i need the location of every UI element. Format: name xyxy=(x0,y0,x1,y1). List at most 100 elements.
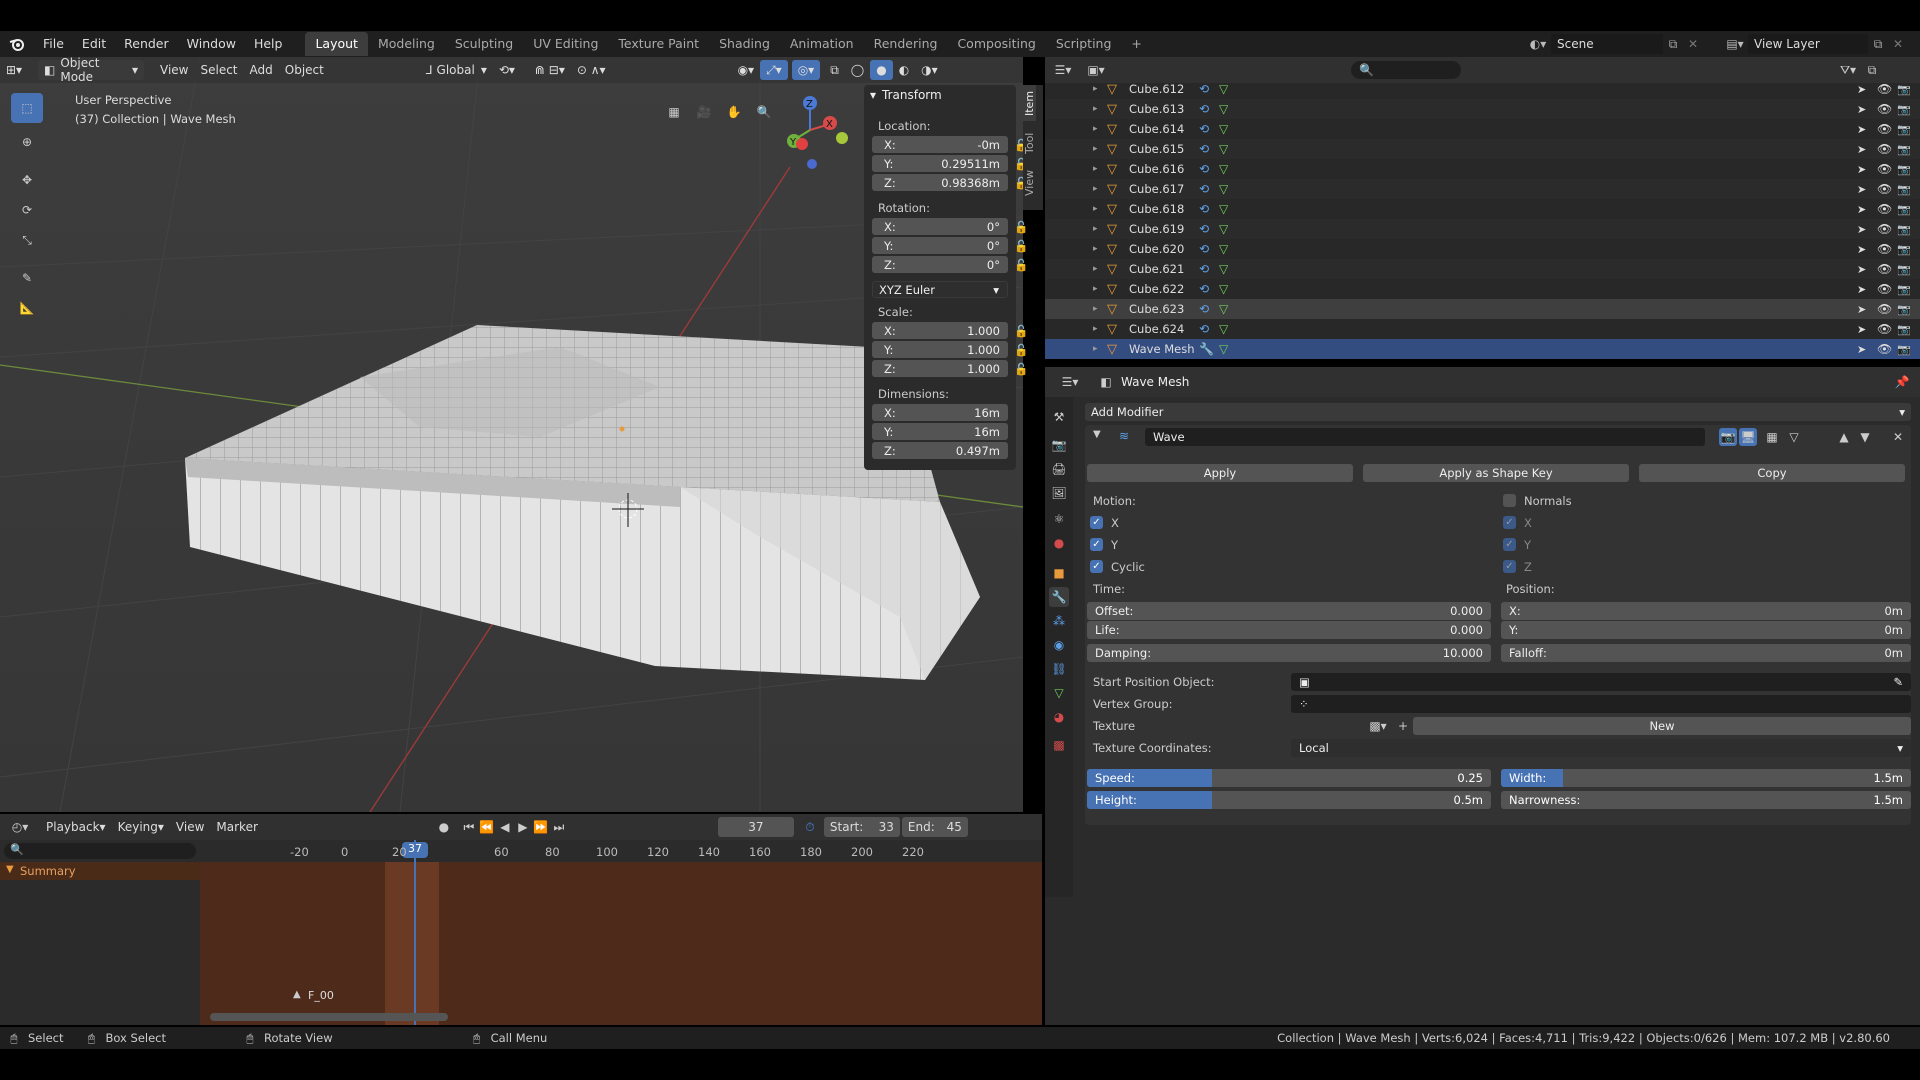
new-collection-icon[interactable]: ⧉ xyxy=(1860,63,1884,78)
view-layer-tab-icon[interactable]: 🖼 xyxy=(1049,483,1069,503)
selectable-icon[interactable]: ➤ xyxy=(1857,103,1866,116)
vertex-group-field[interactable]: ⁘ xyxy=(1291,695,1911,713)
on-cage-icon[interactable]: ▽ xyxy=(1785,428,1803,446)
selectable-icon[interactable]: ➤ xyxy=(1857,223,1866,236)
position-y-field[interactable]: Y: 0m xyxy=(1501,621,1911,639)
selectable-icon[interactable]: ➤ xyxy=(1857,323,1866,336)
falloff-field[interactable]: Falloff: 0m xyxy=(1501,644,1911,662)
selectable-icon[interactable]: ➤ xyxy=(1857,203,1866,216)
tab-tool[interactable]: Tool xyxy=(1023,125,1036,161)
overlay-icon[interactable]: ◎▾ xyxy=(791,60,821,80)
lock-icon[interactable]: 🔓 xyxy=(1014,362,1028,376)
render-camera-icon[interactable]: 📷 xyxy=(1897,163,1911,176)
axis-gizmo[interactable]: Z X Y xyxy=(770,92,850,172)
world-tab-icon[interactable]: ● xyxy=(1049,533,1069,553)
dimensions-z-field[interactable]: Z: 0.497m xyxy=(872,442,1008,459)
editmode-toggle-icon[interactable]: 📷 xyxy=(1719,428,1737,446)
lock-icon[interactable]: 🔓 xyxy=(1014,258,1028,272)
menu-help[interactable]: Help xyxy=(245,31,292,57)
shading-solid-icon[interactable]: ● xyxy=(870,60,893,80)
cage-toggle-icon[interactable]: ▦ xyxy=(1763,428,1781,446)
expand-arrow-icon[interactable]: ▸ xyxy=(1093,164,1098,174)
expand-arrow-icon[interactable]: ▸ xyxy=(1093,204,1098,214)
texture-coordinates-dropdown[interactable]: Local ▾ xyxy=(1291,739,1911,757)
outliner-row[interactable]: ▸ ▽ Cube.620 ⟲ ▽ ➤ 👁 📷 xyxy=(1045,239,1920,259)
location-y-field[interactable]: Y: 0.29511m 🔓 xyxy=(872,155,1028,172)
outliner-row[interactable]: ▸ ▽ Cube.622 ⟲ ▽ ➤ 👁 📷 xyxy=(1045,279,1920,299)
summary-row[interactable]: ▼ Summary xyxy=(0,862,200,880)
apply-as-shape-key-button[interactable]: Apply as Shape Key xyxy=(1363,464,1629,482)
proportional-edit-icon[interactable]: ⊙ ∧▾ xyxy=(571,60,612,80)
new-scene-icon[interactable]: ⧉ xyxy=(1663,37,1683,52)
menu-add[interactable]: Add xyxy=(244,60,279,80)
menu-keying[interactable]: Keying ▾ xyxy=(112,817,170,837)
selectable-icon[interactable]: ➤ xyxy=(1857,303,1866,316)
rotation-y-field[interactable]: Y: 0° 🔓 xyxy=(872,237,1028,254)
lock-icon[interactable]: 🔓 xyxy=(1014,220,1028,234)
play-reverse-icon[interactable]: ◀ xyxy=(496,820,514,834)
location-x-field[interactable]: X: -0m 🔓 xyxy=(872,136,1028,153)
tab-animation[interactable]: Animation xyxy=(780,32,864,56)
life-field[interactable]: Life: 0.000 xyxy=(1087,621,1491,639)
copy-button[interactable]: Copy xyxy=(1639,464,1905,482)
expand-arrow-icon[interactable]: ▸ xyxy=(1093,304,1098,314)
outliner-row[interactable]: ▸ ▽ Wave Mesh 🔧 ▽ ➤ 👁 📷 xyxy=(1045,339,1920,359)
expand-arrow-icon[interactable]: ▸ xyxy=(1093,184,1098,194)
outliner-row[interactable]: ▸ ▽ Cube.624 ⟲ ▽ ➤ 👁 📷 xyxy=(1045,319,1920,339)
eye-icon[interactable]: 👁 xyxy=(1877,242,1892,256)
new-view-layer-icon[interactable]: ⧉ xyxy=(1868,37,1888,52)
expand-arrow-icon[interactable]: ▸ xyxy=(1093,344,1098,354)
timeline-search-input[interactable]: 🔍 xyxy=(4,843,196,859)
pan-hand-icon[interactable]: ✋ xyxy=(722,100,746,124)
render-camera-icon[interactable]: 📷 xyxy=(1897,123,1911,136)
tab-sculpting[interactable]: Sculpting xyxy=(445,32,523,56)
tab-rendering[interactable]: Rendering xyxy=(864,32,948,56)
marker-triangle-icon[interactable]: ▲ xyxy=(293,989,301,1000)
modifier-name-input[interactable]: Wave xyxy=(1145,428,1705,446)
expand-arrow-icon[interactable]: ▸ xyxy=(1093,144,1098,154)
playhead-line[interactable] xyxy=(414,840,416,1025)
eye-icon[interactable]: 👁 xyxy=(1877,102,1892,116)
add-modifier-dropdown[interactable]: Add Modifier ▾ xyxy=(1085,403,1911,421)
view-layer-selector[interactable]: ▤▾ View Layer ⧉ ✕ xyxy=(1722,34,1908,54)
object-tab-icon[interactable]: ■ xyxy=(1049,563,1069,583)
camera-view-icon[interactable]: 🎥 xyxy=(692,100,716,124)
snap-icon[interactable]: ⋒ ⊟▾ xyxy=(529,60,571,80)
tab-modeling[interactable]: Modeling xyxy=(368,32,445,56)
position-x-field[interactable]: X: 0m xyxy=(1501,602,1911,620)
shading-wireframe-icon[interactable]: ◯ xyxy=(845,60,870,80)
rotate-tool-icon[interactable]: ⟳ xyxy=(11,195,43,225)
select-box-tool-icon[interactable]: ⬚ xyxy=(11,93,43,123)
editor-type-icon[interactable]: ⊞▾ xyxy=(0,60,34,80)
rotation-z-field[interactable]: Z: 0° 🔓 xyxy=(872,256,1028,273)
render-camera-icon[interactable]: 📷 xyxy=(1897,243,1911,256)
tab-view[interactable]: View xyxy=(1023,165,1036,201)
rotation-x-field[interactable]: X: 0° 🔓 xyxy=(872,218,1028,235)
menu-select[interactable]: Select xyxy=(194,60,243,80)
orientation-selector[interactable]: ⅃ Global ▾ xyxy=(420,60,493,80)
selectable-icon[interactable]: ➤ xyxy=(1857,143,1866,156)
tool-tab-icon[interactable]: ⚒ xyxy=(1049,407,1069,427)
expand-arrow-icon[interactable]: ▸ xyxy=(1093,104,1098,114)
output-tab-icon[interactable]: 🖨 xyxy=(1049,459,1069,479)
preview-range-icon[interactable]: ⏱ xyxy=(800,820,820,835)
outliner-row[interactable]: ▸ ▽ Cube.618 ⟲ ▽ ➤ 👁 📷 xyxy=(1045,199,1920,219)
outliner-row[interactable]: ▸ ▽ Cube.621 ⟲ ▽ ➤ 👁 📷 xyxy=(1045,259,1920,279)
lock-icon[interactable]: 🔓 xyxy=(1014,324,1028,338)
height-slider[interactable]: Height: 0.5m xyxy=(1087,791,1491,809)
pivot-icon[interactable]: ⟲▾ xyxy=(493,60,521,80)
menu-marker[interactable]: Marker xyxy=(210,817,263,837)
dimensions-x-field[interactable]: X: 16m xyxy=(872,404,1008,421)
outliner-row[interactable]: ▸ ▽ Cube.623 ⟲ ▽ ➤ 👁 📷 xyxy=(1045,299,1920,319)
texture-tab-icon[interactable]: ▩ xyxy=(1049,735,1069,755)
scale-y-field[interactable]: Y: 1.000 🔓 xyxy=(872,341,1028,358)
gizmo-icon[interactable]: ⤢▾ xyxy=(760,60,788,80)
editor-type-icon[interactable]: ◴▾ xyxy=(0,820,40,834)
lock-icon[interactable]: 🔓 xyxy=(1014,343,1028,357)
remove-modifier-icon[interactable]: ✕ xyxy=(1889,428,1907,446)
location-z-field[interactable]: Z: 0.98368m 🔓 xyxy=(872,174,1028,191)
add-workspace-icon[interactable]: + xyxy=(1121,32,1151,56)
display-mode-icon[interactable]: ▣▾ xyxy=(1081,63,1111,77)
scale-z-field[interactable]: Z: 1.000 🔓 xyxy=(872,360,1028,377)
modifier-tab-icon[interactable]: 🔧 xyxy=(1049,587,1069,607)
